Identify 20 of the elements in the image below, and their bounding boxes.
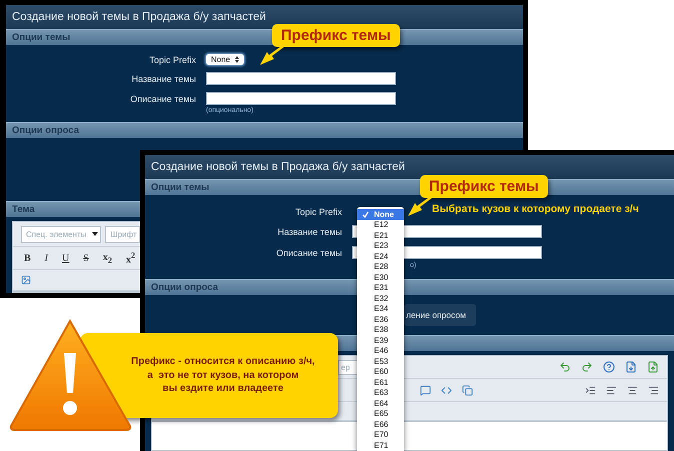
select-value: None	[211, 55, 230, 64]
callout-bubble: Префикс темы	[272, 24, 400, 47]
callout-bubble: Префикс темы	[420, 175, 548, 198]
field-label: Topic Prefix	[294, 206, 343, 216]
section-title: Опции темы	[12, 32, 70, 43]
menu-placeholder: Спец. элементы	[26, 230, 86, 238]
window-title: Создание новой темы в Продажа б/у запчастей	[151, 161, 405, 173]
field-label: Topic Prefix	[148, 54, 197, 64]
section-title: Опции опроса	[12, 125, 79, 136]
field-label: Название темы	[130, 74, 197, 84]
menu-placeholder: Шрифт	[110, 230, 137, 238]
window-title: Создание новой темы в Продажа б/у запчастей	[12, 11, 266, 23]
section-title: Опции темы	[151, 182, 210, 193]
section-title: Опции опроса	[151, 282, 218, 293]
warning-text: Префикс - относится к описанию з/ч, а это не тот кузов, на котором вы ездите или владеете	[131, 355, 315, 396]
callout-note: Выбрать кузов к которому продаете з/ч	[432, 203, 639, 215]
section-title: Тема	[12, 204, 35, 215]
field-label: Название темы	[276, 226, 343, 236]
field-label: Описание темы	[129, 94, 197, 104]
field-label: Описание темы	[275, 248, 343, 258]
